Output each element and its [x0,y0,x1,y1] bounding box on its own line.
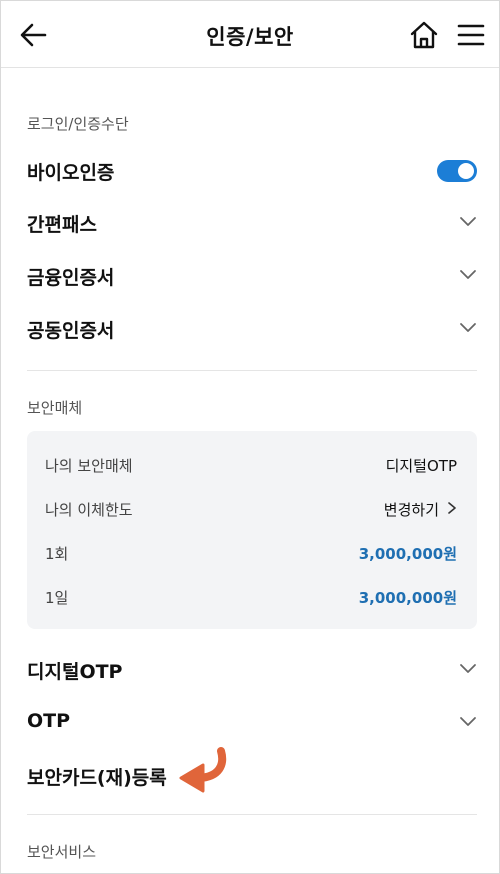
home-button[interactable] [407,18,441,52]
change-limit-link[interactable]: 변경하기 [384,499,457,520]
home-icon [410,21,438,49]
section-label-security-services: 보안서비스 [27,843,97,861]
card-value: 3,000,000원 [358,589,457,607]
curved-arrow-icon [179,747,227,793]
chevron-down-icon [460,323,476,332]
app-header: 인증/보안 [1,1,499,68]
row-label: 금융인증서 [27,267,115,289]
row-joint-cert[interactable]: 공동인증서 [1,306,499,350]
row-label: 보안카드(재)등록 [27,767,167,789]
section-label-login: 로그인/인증수단 [27,115,129,133]
chevron-right-icon [447,501,457,519]
card-row-per-once: 1회 3,000,000원 [27,539,477,569]
row-label: 공동인증서 [27,320,115,342]
row-financial-cert[interactable]: 금융인증서 [1,253,499,297]
card-value: 디지털OTP [385,457,457,475]
chevron-down-icon [460,217,476,226]
security-media-card: 나의 보안매체 디지털OTP 나의 이체한도 변경하기 1회 3,000,000… [27,431,477,629]
row-label: OTP [27,710,71,732]
row-label: 디지털OTP [27,661,123,683]
section-divider [27,370,477,371]
row-simple-pass[interactable]: 간편패스 [1,200,499,244]
menu-button[interactable] [455,19,487,51]
chevron-down-icon [460,717,476,726]
card-row-per-day: 1일 3,000,000원 [27,583,477,613]
card-label: 나의 보안매체 [45,457,133,475]
row-security-card-register[interactable]: 보안카드(재)등록 [1,753,499,797]
card-row-my-media: 나의 보안매체 디지털OTP [27,451,477,481]
chevron-down-icon [460,664,476,673]
card-row-transfer-limit: 나의 이체한도 변경하기 [27,495,477,525]
section-label-security-media: 보안매체 [27,399,83,417]
row-otp[interactable]: OTP [1,700,499,744]
row-label: 바이오인증 [27,162,115,184]
hamburger-menu-icon [457,24,485,46]
row-digital-otp[interactable]: 디지털OTP [1,647,499,691]
change-limit-label: 변경하기 [383,501,439,519]
section-divider [27,814,477,815]
row-bio-auth: 바이오인증 [1,148,499,192]
card-label: 나의 이체한도 [45,501,133,519]
bio-auth-toggle[interactable] [437,160,477,182]
row-label: 간편패스 [27,214,97,236]
card-value: 3,000,000원 [358,545,457,563]
chevron-down-icon [460,270,476,279]
toggle-knob [458,163,474,179]
card-label: 1일 [45,589,69,607]
card-label: 1회 [45,545,69,563]
